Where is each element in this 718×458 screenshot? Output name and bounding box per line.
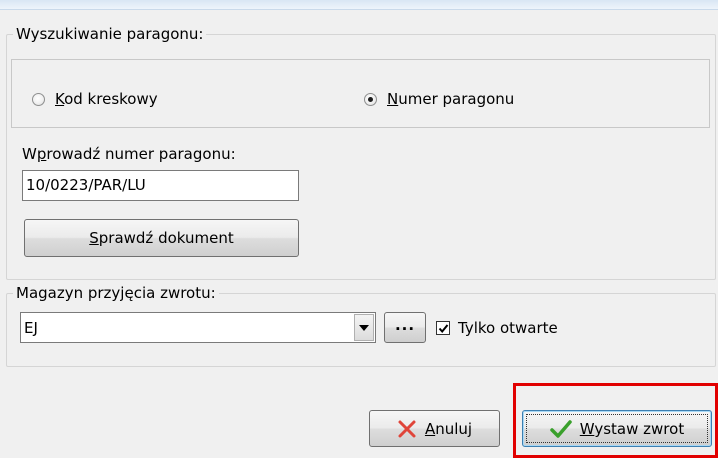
only-open-label: Tylko otwarte xyxy=(458,319,558,337)
radio-receipt-number-dot[interactable] xyxy=(364,92,377,106)
warehouse-combobox[interactable]: EJ xyxy=(20,312,376,343)
browse-warehouse-button[interactable]: ... xyxy=(384,312,426,343)
receipt-search-legend: Wyszukiwanie paragonu: xyxy=(16,25,204,43)
radio-barcode-label: Kod kreskowy xyxy=(55,90,158,108)
window-top-strip xyxy=(0,0,718,10)
only-open-checkbox[interactable]: Tylko otwarte xyxy=(436,319,558,337)
radio-barcode[interactable]: Kod kreskowy xyxy=(32,90,158,108)
receipt-number-input[interactable]: 10/0223/PAR/LU xyxy=(22,170,299,201)
cancel-button[interactable]: Anuluj xyxy=(369,410,500,447)
radio-receipt-number-label: Numer paragonu xyxy=(387,90,515,108)
chevron-down-icon xyxy=(359,324,369,331)
radio-receipt-number[interactable]: Numer paragonu xyxy=(364,90,514,108)
check-document-label: Sprawdź dokument xyxy=(89,229,234,247)
receipt-number-label: Wprowadź numer paragonu: xyxy=(22,145,236,163)
x-icon xyxy=(398,420,416,437)
return-dialog: Wyszukiwanie paragonu: Kod kreskowy Nume… xyxy=(0,10,718,458)
cancel-label: Anuluj xyxy=(424,419,473,438)
issue-return-button[interactable]: Wystaw zwrot xyxy=(522,410,712,447)
browse-label: ... xyxy=(394,315,416,334)
check-mark-icon xyxy=(438,323,448,333)
check-document-button[interactable]: Sprawdź dokument xyxy=(24,219,299,257)
warehouse-value: EJ xyxy=(24,318,38,337)
issue-return-label: Wystaw zwrot xyxy=(579,419,685,438)
dropdown-arrow-button[interactable] xyxy=(354,314,374,341)
radio-barcode-dot[interactable] xyxy=(32,92,45,106)
warehouse-legend: Magazyn przyjęcia zwrotu: xyxy=(16,284,216,302)
only-open-box[interactable] xyxy=(436,321,450,335)
checkmark-icon xyxy=(550,419,572,438)
